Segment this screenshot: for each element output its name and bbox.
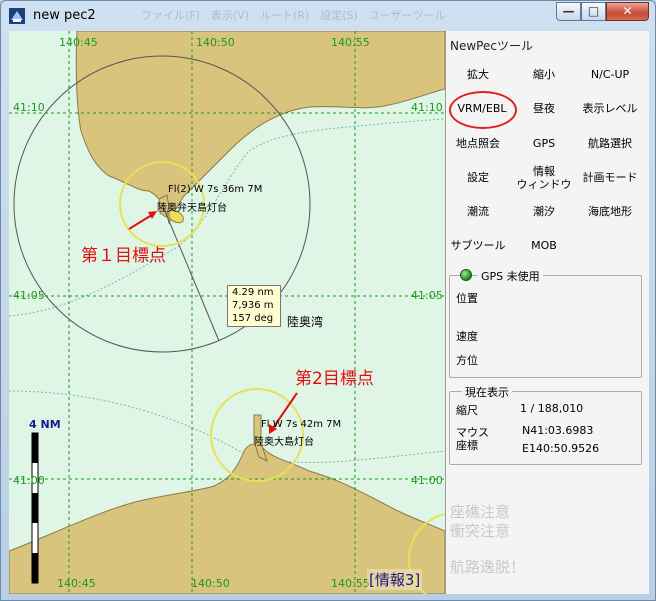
close-icon: ✕: [622, 4, 633, 18]
ebl-bearing-line[interactable]: [161, 203, 220, 342]
lon-label-bottom-2: 140:50: [191, 577, 230, 590]
gps-status-icon: [460, 269, 472, 281]
tool-zoom-in[interactable]: 拡大: [446, 68, 510, 81]
tool-nc-up[interactable]: N/C-UP: [578, 68, 642, 81]
scale-value: 1 / 188,010: [520, 402, 584, 415]
tool-point-query[interactable]: 地点照会: [446, 137, 510, 150]
tool-info-window[interactable]: 情報 ウィンドウ: [512, 165, 576, 191]
annotation-target2: 第2目標点: [295, 369, 374, 389]
warning-offcourse: 航路逸脱！: [450, 558, 526, 576]
mouse-lon: E140:50.9526: [522, 442, 600, 455]
annotation-target1: 第１目標点: [81, 246, 166, 266]
menu-bar-ghost: ファイル(F) 表示(V) ルート(R) 設定(S) ユーザーツール: [141, 9, 446, 22]
lighthouse-char-benten: Fl(2) W 7s 36m 7M: [168, 184, 263, 195]
lon-label-2: 140:50: [196, 36, 235, 49]
tool-tidal-current[interactable]: 潮流: [446, 205, 510, 218]
lighthouse-char-oshima: Fl W 7s 42m 7M: [261, 419, 342, 430]
tool-gps[interactable]: GPS: [512, 137, 576, 150]
scale-bar: [31, 432, 39, 584]
readout-meters: 7,936 m: [232, 300, 274, 311]
lat-label-3: 41:00: [13, 474, 45, 487]
vrm-ebl-readout: 4.29 nm 7,936 m 157 deg: [227, 285, 281, 327]
gps-group: GPS 未使用 位置 速度 方位: [449, 268, 642, 378]
app-icon: [9, 8, 25, 24]
bay-name: 陸奥湾: [287, 315, 324, 329]
warning-shoal: 座礁注意: [450, 503, 511, 521]
lat-label-1-right: 41:10: [411, 101, 443, 114]
tool-settings[interactable]: 設定: [446, 171, 510, 184]
readout-bearing: 157 deg: [232, 313, 274, 324]
tool-tide[interactable]: 潮汐: [512, 205, 576, 218]
nautical-chart[interactable]: 140:45 140:50 140:55 140:45 140:50 140:5…: [9, 31, 445, 594]
tool-plan-mode[interactable]: 計画モード: [578, 171, 642, 184]
minimize-button[interactable]: —: [556, 2, 581, 21]
current-display-legend: 現在表示: [462, 384, 512, 400]
lighthouse-name-oshima: 陸奥大島灯台: [254, 437, 314, 448]
gps-heading-label: 方位: [456, 354, 478, 367]
tool-route-select[interactable]: 航路選択: [578, 137, 642, 150]
lon-label-3: 140:55: [331, 36, 370, 49]
gps-speed-label: 速度: [456, 330, 478, 343]
tool-seabed-terrain[interactable]: 海底地形: [578, 205, 642, 218]
lon-label-bottom-1: 140:45: [57, 577, 96, 590]
tool-mob[interactable]: MOB: [512, 239, 576, 252]
arrow-target1-head: [148, 211, 157, 219]
readout-distance: 4.29 nm: [232, 287, 274, 298]
lon-label-1: 140:45: [59, 36, 98, 49]
panel-title: NewPecツール: [450, 39, 533, 53]
lat-label-3-right: 41:00: [411, 474, 443, 487]
tool-vrm-ebl[interactable]: VRM/EBL: [450, 102, 514, 115]
minimize-icon: —: [562, 4, 575, 18]
depth-contour-2: [9, 390, 445, 464]
mouse-coord-label-2: 座標: [456, 439, 478, 452]
current-display-group: 現在表示 縮尺 1 / 188,010 マウス 座標 N41:03.6983 E…: [449, 384, 642, 465]
maximize-icon: □: [587, 4, 600, 18]
newpec-tool-panel: NewPecツール 拡大 縮小 N/C-UP VRM/EBL 昼夜 表示レベル …: [445, 31, 649, 594]
close-button[interactable]: ✕: [606, 2, 649, 21]
gps-group-legend: GPS 未使用: [478, 268, 543, 284]
window-title: new pec2: [33, 8, 96, 23]
tool-sub-tool[interactable]: サブツール: [446, 239, 510, 252]
title-bar[interactable]: new pec2 ファイル(F) 表示(V) ルート(R) 設定(S) ユーザー…: [1, 1, 655, 31]
scale-bar-label: 4 NM: [29, 418, 61, 431]
maximize-button[interactable]: □: [581, 2, 606, 21]
lat-label-1: 41:10: [13, 101, 45, 114]
tool-zoom-out[interactable]: 縮小: [512, 68, 576, 81]
scale-label: 縮尺: [456, 404, 478, 417]
app-window: new pec2 ファイル(F) 表示(V) ルート(R) 設定(S) ユーザー…: [0, 0, 656, 601]
lat-label-2-right: 41:05: [411, 289, 443, 302]
warning-collision: 衝突注意: [450, 522, 511, 540]
tool-day-night[interactable]: 昼夜: [512, 102, 576, 115]
gps-position-label: 位置: [456, 292, 478, 305]
mouse-lat: N41:03.6983: [522, 424, 594, 437]
info-tag[interactable]: [情報3]: [367, 569, 423, 590]
lon-label-bottom-3: 140:55: [331, 577, 370, 590]
tool-display-level[interactable]: 表示レベル: [578, 102, 642, 115]
lat-label-2: 41:05: [13, 289, 45, 302]
lighthouse-name-benten: 陸奥弁天島灯台: [157, 203, 227, 214]
